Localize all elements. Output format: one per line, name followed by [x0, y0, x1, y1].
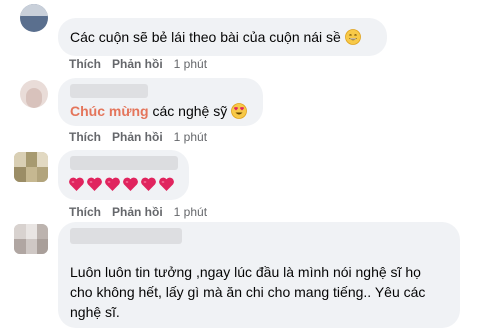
comment-timestamp[interactable]: 1 phút	[174, 57, 207, 71]
comment-bubble: Các cuộn sẽ bẻ lái theo bài của cuộn nái…	[58, 18, 387, 56]
commenter-avatar[interactable]	[14, 224, 48, 254]
red-heart-icon	[123, 177, 138, 191]
red-heart-icon	[159, 177, 174, 191]
comment-text: Luôn luôn tin tưởng ,ngay lúc đầu là mìn…	[70, 264, 426, 320]
comment-bubble: Luôn luôn tin tưởng ,ngay lúc đầu là mìn…	[58, 222, 460, 328]
commenter-avatar[interactable]	[20, 4, 48, 32]
comment-bubble: Chúc mừng các nghệ sỹ	[58, 78, 263, 126]
grinning-face-icon	[344, 29, 361, 49]
commenter-avatar[interactable]	[20, 80, 48, 108]
reply-button[interactable]: Phản hồi	[112, 130, 163, 144]
reply-button[interactable]: Phản hồi	[112, 205, 163, 219]
like-button[interactable]: Thích	[69, 205, 101, 219]
comment-actions: Thích Phản hồi 1 phút	[69, 130, 207, 144]
like-button[interactable]: Thích	[69, 130, 101, 144]
highlighted-text: Chúc mừng	[70, 103, 149, 119]
like-button[interactable]: Thích	[69, 57, 101, 71]
comment-timestamp[interactable]: 1 phút	[174, 205, 207, 219]
red-heart-icon	[87, 177, 102, 191]
comment-text: Các cuộn sẽ bẻ lái theo bài của cuộn nái…	[70, 28, 361, 49]
commenter-name-redacted[interactable]	[70, 156, 178, 170]
reply-button[interactable]: Phản hồi	[112, 57, 163, 71]
comment-actions: Thích Phản hồi 1 phút	[69, 57, 207, 71]
red-heart-icon	[141, 177, 156, 191]
commenter-name-redacted[interactable]	[70, 84, 148, 98]
comment-timestamp[interactable]: 1 phút	[174, 130, 207, 144]
red-heart-icon	[69, 177, 84, 191]
commenter-name-redacted[interactable]	[70, 228, 182, 244]
comment-text: Chúc mừng các nghệ sỹ	[70, 102, 247, 123]
heart-eyes-face-icon	[231, 103, 247, 123]
hearts-emoji-row	[68, 176, 176, 194]
comment-actions: Thích Phản hồi 1 phút	[69, 205, 207, 219]
commenter-avatar[interactable]	[14, 152, 48, 182]
red-heart-icon	[105, 177, 120, 191]
